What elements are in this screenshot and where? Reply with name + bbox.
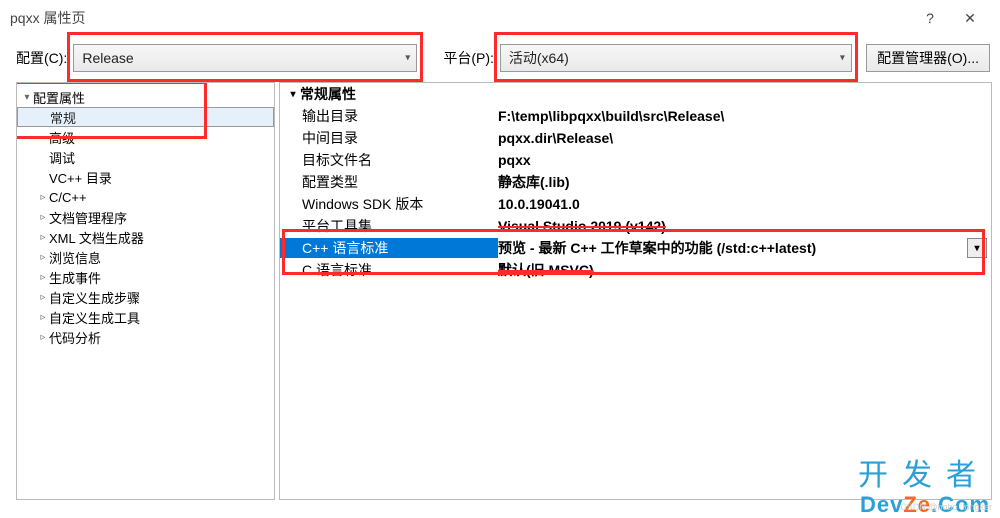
property-value[interactable]: 预览 - 最新 C++ 工作草案中的功能 (/std:c++latest)▾ [498,238,991,258]
tree-item-label: 生成事件 [49,268,101,287]
tree-item-label: 自定义生成工具 [49,308,140,327]
expand-icon[interactable]: ▹ [37,192,49,203]
property-value[interactable]: Visual Studio 2019 (v142) [498,218,991,234]
config-select[interactable]: Release ▾ [73,44,417,72]
tree-item[interactable]: ▹代码分析 [17,327,274,347]
grid-row[interactable]: 配置类型静态库(.lib) [280,171,991,193]
tree-item[interactable]: ▹C/C++ [17,187,274,207]
tree-item-label: 调试 [49,148,75,167]
grid-row[interactable]: 平台工具集Visual Studio 2019 (v142) [280,215,991,237]
expand-icon[interactable]: ▹ [37,212,49,223]
grid-row[interactable]: 目标文件名pqxx [280,149,991,171]
config-value: Release [82,50,133,66]
tree-root[interactable]: ▾ 配置属性 [17,87,274,107]
tree-item-label: C/C++ [49,190,87,205]
tree-item[interactable]: ▹自定义生成步骤 [17,287,274,307]
expand-icon[interactable]: ▹ [37,272,49,283]
grid-row[interactable]: 中间目录pqxx.dir\Release\ [280,127,991,149]
property-name: 目标文件名 [280,150,498,170]
tree-item[interactable]: ▹浏览信息 [17,247,274,267]
property-name: 输出目录 [280,106,498,126]
property-name: 平台工具集 [280,216,498,236]
grid-row[interactable]: C++ 语言标准预览 - 最新 C++ 工作草案中的功能 (/std:c++la… [280,237,991,259]
help-button[interactable]: ? [910,10,950,26]
platform-value: 活动(x64) [509,48,569,68]
tree-item[interactable]: ▹生成事件 [17,267,274,287]
grid-row[interactable]: Windows SDK 版本10.0.19041.0 [280,193,991,215]
tree-item-label: XML 文档生成器 [49,228,144,247]
property-name: C++ 语言标准 [280,238,498,258]
grid-section-header[interactable]: ▾ 常规属性 [280,83,991,105]
tree-item-label: 自定义生成步骤 [49,288,140,307]
property-value[interactable]: 默认(旧 MSVC) [498,260,991,280]
property-value[interactable]: pqxx [498,152,991,168]
watermark-faint: CSDN @bobo_longker [900,502,992,512]
expand-icon[interactable]: ▹ [37,292,49,303]
tree-item[interactable]: 常规 [17,107,274,127]
collapse-icon[interactable]: ▾ [286,89,300,100]
grid-row[interactable]: 输出目录F:\temp\libpqxx\build\src\Release\ [280,105,991,127]
collapse-icon[interactable]: ▾ [21,92,33,103]
tree-item-label: 常规 [50,108,76,127]
property-name: 中间目录 [280,128,498,148]
property-name: C 语言标准 [280,260,498,280]
property-name: 配置类型 [280,172,498,192]
property-name: Windows SDK 版本 [280,194,498,214]
tree-item-label: 代码分析 [49,328,101,347]
section-label: 常规属性 [300,84,356,104]
expand-icon[interactable]: ▹ [37,252,49,263]
window-title: pqxx 属性页 [10,8,85,28]
property-value[interactable]: pqxx.dir\Release\ [498,130,991,146]
dropdown-button[interactable]: ▾ [967,238,987,258]
property-value[interactable]: 10.0.19041.0 [498,196,991,212]
close-button[interactable]: ✕ [950,10,990,27]
tree-item[interactable]: 调试 [17,147,274,167]
chevron-down-icon: ▾ [405,53,410,64]
property-grid[interactable]: ▾ 常规属性 输出目录F:\temp\libpqxx\build\src\Rel… [279,82,992,500]
property-value[interactable]: 静态库(.lib) [498,172,991,192]
property-value[interactable]: F:\temp\libpqxx\build\src\Release\ [498,108,991,124]
property-tree[interactable]: ▾ 配置属性 常规高级调试VC++ 目录▹C/C++▹文档管理程序▹XML 文档… [16,82,275,500]
tree-item[interactable]: ▹自定义生成工具 [17,307,274,327]
platform-select[interactable]: 活动(x64) ▾ [500,44,852,72]
chevron-down-icon: ▾ [840,53,845,64]
tree-root-label: 配置属性 [33,88,85,107]
expand-icon[interactable]: ▹ [37,232,49,243]
tree-item[interactable]: ▹XML 文档生成器 [17,227,274,247]
watermark-line1: 开发者 [858,450,990,494]
expand-icon[interactable]: ▹ [37,312,49,323]
tree-item[interactable]: VC++ 目录 [17,167,274,187]
config-manager-button[interactable]: 配置管理器(O)... [866,44,990,72]
expand-icon[interactable]: ▹ [37,332,49,343]
tree-item[interactable]: ▹文档管理程序 [17,207,274,227]
tree-item-label: VC++ 目录 [49,168,112,187]
config-label: 配置(C): [16,48,67,68]
tree-item-label: 高级 [49,128,75,147]
grid-row[interactable]: C 语言标准默认(旧 MSVC) [280,259,991,281]
tree-item[interactable]: 高级 [17,127,274,147]
tree-item-label: 浏览信息 [49,248,101,267]
tree-item-label: 文档管理程序 [49,208,127,227]
platform-label: 平台(P): [443,48,494,68]
